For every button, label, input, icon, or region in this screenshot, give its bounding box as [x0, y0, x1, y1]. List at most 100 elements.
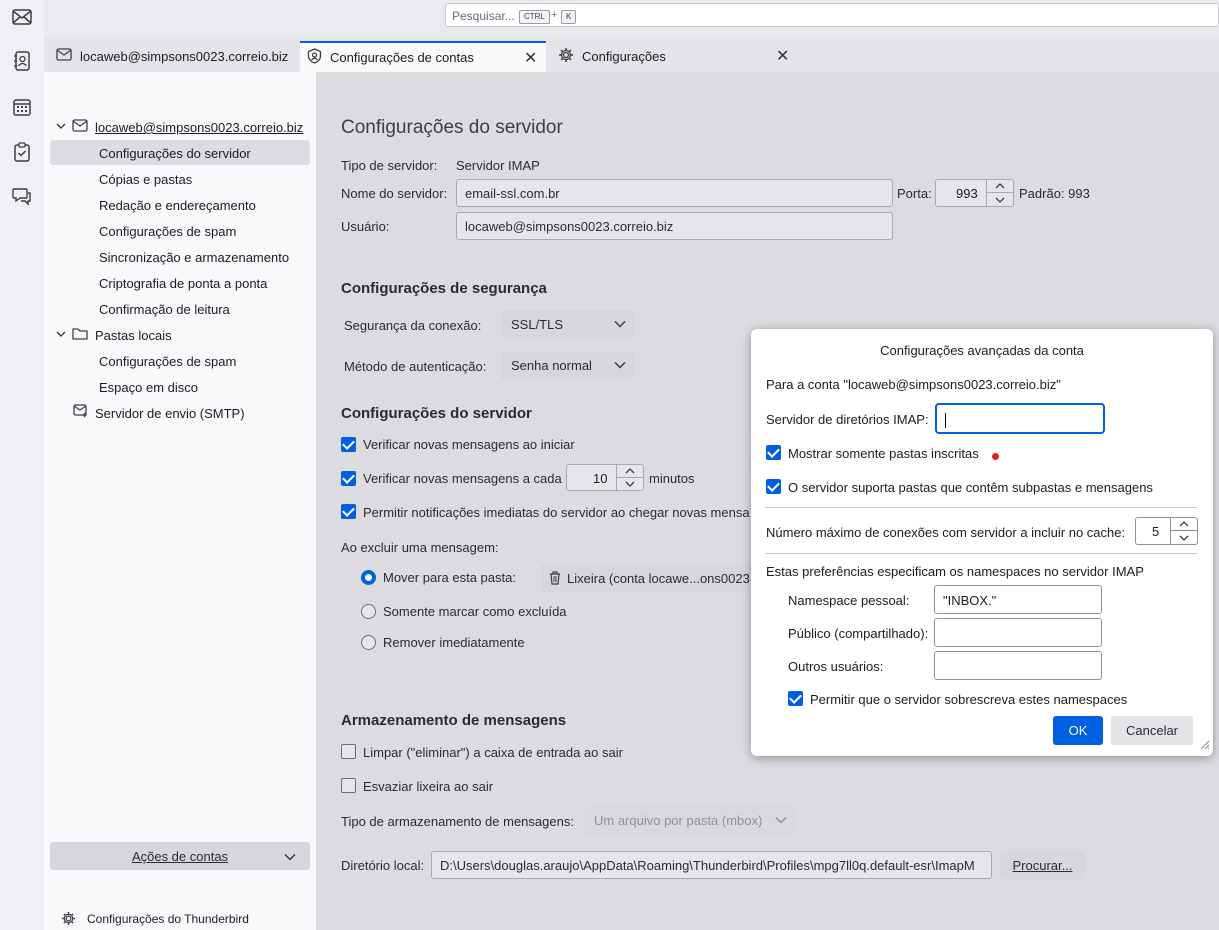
public-namespace-label: Público (compartilhado): [788, 626, 929, 641]
mail-account-icon [72, 119, 88, 135]
tab-label: Configurações de contas [330, 50, 474, 65]
tree-local-folders[interactable]: Pastas locais [95, 328, 172, 343]
browse-button[interactable]: Procurar... [1000, 851, 1085, 879]
storage-type-value: Um arquivo por pasta (mbox) [594, 813, 763, 828]
supports-subfolders-label: O servidor suporta pastas que contêm sub… [788, 480, 1153, 495]
chevron-down-icon[interactable] [56, 118, 66, 133]
minutes-value: 10 [593, 471, 608, 486]
username-label: Usuário: [341, 219, 390, 234]
tree-item-disk-space[interactable]: Espaço em disco [99, 380, 198, 395]
chat-icon[interactable] [9, 183, 35, 209]
tree-item-copies-folders[interactable]: Cópias e pastas [99, 172, 192, 187]
check-startup-checkbox[interactable] [341, 437, 356, 452]
other-users-namespace-field[interactable] [934, 651, 1102, 680]
supports-subfolders-checkbox[interactable] [766, 479, 781, 494]
chevron-down-icon[interactable] [1171, 531, 1197, 544]
close-icon[interactable]: ✕ [524, 48, 537, 68]
dialog-divider [765, 553, 1197, 554]
connection-security-label: Segurança da conexão: [344, 318, 482, 333]
advanced-account-settings-dialog: Configurações avançadas da conta Para a … [751, 329, 1213, 756]
personal-namespace-field[interactable]: "INBOX." [934, 585, 1102, 614]
resize-grip-icon[interactable] [1198, 738, 1210, 753]
clean-inbox-checkbox[interactable] [341, 744, 356, 759]
push-notifications-label: Permitir notificações imediatas do servi… [363, 505, 750, 520]
tree-item-sync-storage[interactable]: Sincronização e armazenamento [99, 250, 289, 265]
dialog-divider [765, 507, 1197, 508]
tab-account-mail[interactable]: locaweb@simpsons0023.correio.biz [50, 41, 298, 72]
text-cursor [945, 413, 946, 429]
tree-item-composition[interactable]: Redação e endereçamento [99, 198, 256, 213]
chevron-up-icon[interactable] [1171, 518, 1197, 531]
outgoing-server-icon [72, 404, 88, 422]
trash-folder-value: Lixeira (conta locawe...ons0023.c [567, 571, 756, 586]
storage-section-title: Armazenamento de mensagens [341, 712, 567, 729]
auth-method-select[interactable]: Senha normal [501, 351, 634, 380]
dialog-title: Configurações avançadas da conta [880, 343, 1084, 358]
tasks-icon[interactable] [9, 139, 35, 165]
check-every-checkbox[interactable] [341, 471, 356, 486]
cancel-button[interactable]: Cancelar [1111, 716, 1193, 745]
tree-item-return-receipts[interactable]: Confirmação de leitura [99, 302, 230, 317]
ok-button[interactable]: OK [1053, 716, 1103, 745]
global-search-input[interactable]: Pesquisar... CTRL + K [445, 3, 1219, 27]
max-connections-spinner[interactable]: 5 [1135, 517, 1198, 545]
tree-item-junk-settings[interactable]: Configurações de spam [99, 224, 236, 239]
search-placeholder: Pesquisar... [452, 9, 515, 23]
spaces-toolbar [0, 0, 45, 930]
chevron-up-icon[interactable] [987, 180, 1013, 193]
storage-type-label: Tipo de armazenamento de mensagens: [341, 814, 574, 829]
server-type-label: Tipo de servidor: [341, 158, 438, 173]
tree-item-local-junk[interactable]: Configurações de spam [99, 354, 236, 369]
auth-method-value: Senha normal [511, 358, 592, 373]
trash-folder-select[interactable]: Lixeira (conta locawe...ons0023.c [541, 564, 756, 593]
local-dir-field[interactable]: D:\Users\douglas.araujo\AppData\Roaming\… [431, 851, 992, 879]
tab-account-settings[interactable]: Configurações de contas ✕ [300, 41, 546, 72]
tree-item-server-settings[interactable]: Configurações do servidor [99, 146, 251, 161]
folder-icon [72, 327, 88, 343]
push-notifications-checkbox[interactable] [341, 504, 356, 519]
show-subscribed-label: Mostrar somente pastas inscritas [788, 446, 979, 461]
tree-smtp-server[interactable]: Servidor de envio (SMTP) [95, 406, 245, 421]
imap-dir-field[interactable] [935, 403, 1105, 434]
chevron-up-icon[interactable] [617, 465, 643, 478]
clean-inbox-label: Limpar ("eliminar") a caixa de entrada a… [363, 745, 623, 760]
port-spinner[interactable]: 993 [935, 179, 1014, 207]
chevron-down-icon [284, 849, 296, 864]
local-dir-label: Diretório local: [341, 858, 425, 873]
thunderbird-settings-link[interactable]: Configurações do Thunderbird [87, 912, 249, 926]
namespaces-intro-label: Estas preferências especificam os namesp… [766, 564, 1144, 579]
override-namespaces-checkbox[interactable] [788, 691, 803, 706]
mail-icon[interactable] [9, 4, 35, 30]
close-icon[interactable]: ✕ [776, 46, 789, 66]
page-title: Configurações do servidor [341, 117, 563, 138]
remove-now-label: Remover imediatamente [383, 635, 525, 650]
connection-security-select[interactable]: SSL/TLS [501, 310, 634, 339]
storage-type-select: Um arquivo por pasta (mbox) [584, 806, 795, 835]
auth-method-label: Método de autenticação: [344, 359, 487, 374]
chevron-down-icon[interactable] [987, 193, 1013, 206]
mark-deleted-radio[interactable] [361, 604, 376, 619]
dialog-account-label: Para a conta "locaweb@simpsons0023.corre… [766, 377, 1061, 392]
max-connections-value: 5 [1152, 524, 1160, 539]
address-book-icon[interactable] [9, 48, 35, 74]
account-actions-button[interactable]: Ações de contas [50, 842, 310, 870]
shortcut-plus: + [551, 9, 558, 21]
minutes-spinner[interactable]: 10 [566, 464, 644, 491]
minutes-label: minutos [649, 471, 695, 486]
tab-settings[interactable]: Configurações ✕ [552, 41, 797, 72]
remove-now-radio[interactable] [361, 635, 376, 650]
empty-trash-checkbox[interactable] [341, 778, 356, 793]
server-name-field[interactable]: email-ssl.com.br [456, 179, 893, 207]
public-namespace-field[interactable] [934, 618, 1102, 647]
chevron-down-icon[interactable] [617, 478, 643, 491]
override-namespaces-label: Permitir que o servidor sobrescreva este… [810, 692, 1128, 707]
tree-account[interactable]: locaweb@simpsons0023.correio.biz [95, 120, 303, 135]
shortcut-key-ctrl: CTRL [519, 10, 550, 24]
username-field[interactable]: locaweb@simpsons0023.correio.biz [456, 212, 893, 240]
chevron-down-icon[interactable] [56, 326, 66, 341]
move-to-folder-radio[interactable] [361, 570, 376, 585]
calendar-icon[interactable] [9, 94, 35, 120]
show-subscribed-checkbox[interactable] [766, 445, 781, 460]
tree-item-e2e-encryption[interactable]: Criptografia de ponta a ponta [99, 276, 267, 291]
trash-icon [549, 571, 561, 588]
